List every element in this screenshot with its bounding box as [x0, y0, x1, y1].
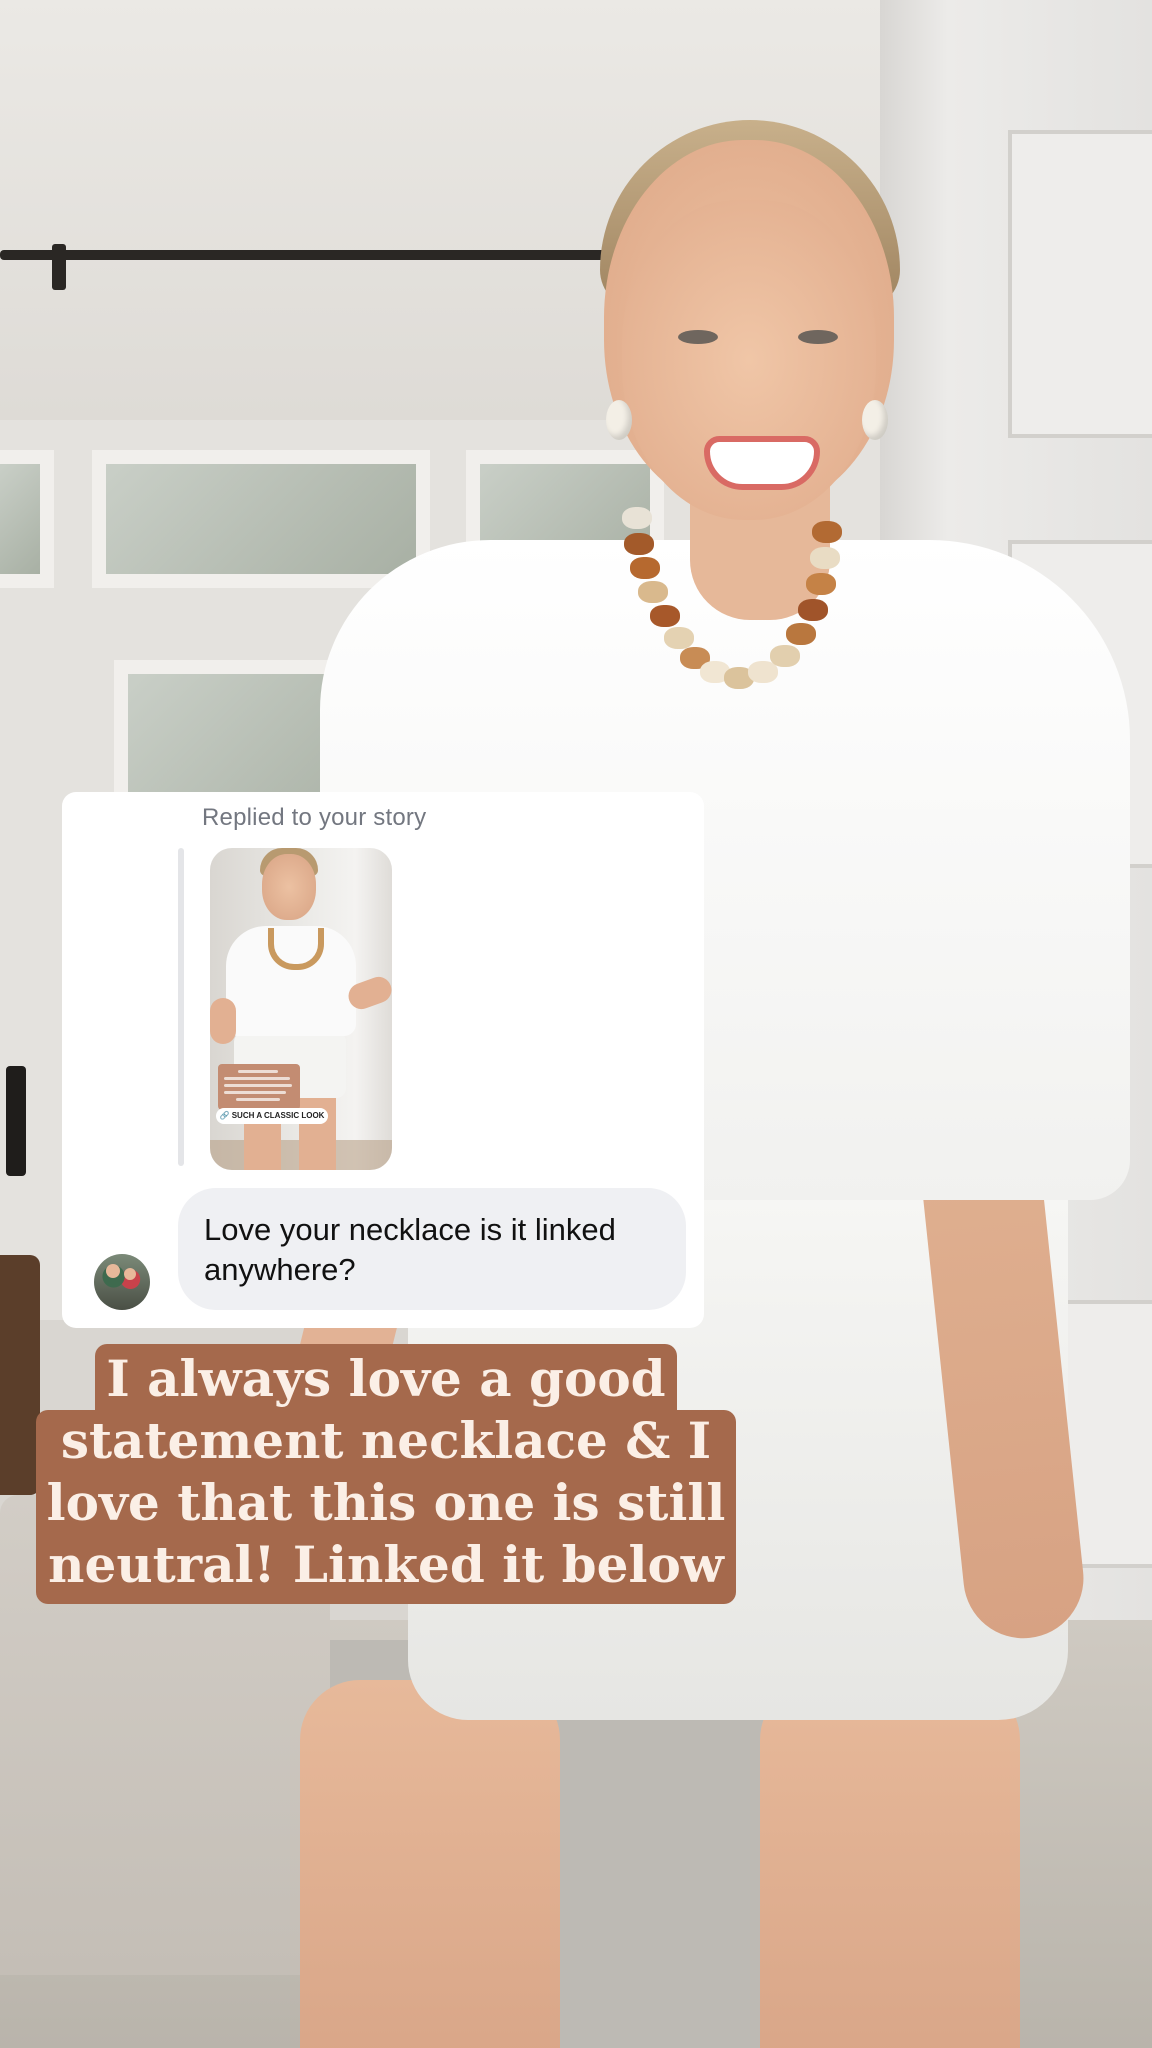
reply-quote-bar: [178, 848, 184, 1166]
door-panel: [1008, 130, 1152, 438]
handbag: [0, 1255, 40, 1495]
caption-line: neutral! Linked it below: [36, 1534, 736, 1604]
link-icon: 🔗: [219, 1111, 230, 1120]
statement-necklace: [620, 505, 850, 735]
link-sticker[interactable]: 🔗 SUCH A CLASSIC LOOK: [216, 1108, 328, 1124]
legs: [300, 1680, 1020, 2048]
caption-line: I always love a good: [95, 1344, 677, 1410]
right-eye: [798, 330, 838, 344]
caption-line: love that this one is still: [36, 1472, 736, 1534]
sender-avatar[interactable]: [94, 1254, 150, 1310]
curtain-rod-bracket: [52, 244, 66, 290]
caption-overlay: I always love a good statement necklace …: [36, 1344, 736, 1604]
right-earring: [862, 400, 888, 440]
left-eye: [678, 330, 718, 344]
door-handle: [6, 1066, 26, 1176]
thumbnail-caption-box: [218, 1064, 300, 1110]
story-reply-card: Replied to your story 🔗 SUCH A CLASSIC L…: [62, 792, 704, 1328]
message-text: Love your necklace is it linked anywhere…: [204, 1212, 616, 1287]
transom-window-center: [92, 450, 430, 588]
curtain-rod: [0, 250, 610, 260]
story-thumbnail[interactable]: 🔗 SUCH A CLASSIC LOOK: [210, 848, 392, 1170]
caption-line: statement necklace & I: [36, 1410, 736, 1472]
transom-window-left: [0, 450, 54, 588]
smile: [704, 436, 820, 490]
message-bubble: Love your necklace is it linked anywhere…: [178, 1188, 686, 1310]
left-earring: [606, 400, 632, 440]
replied-to-story-label: Replied to your story: [202, 804, 427, 831]
